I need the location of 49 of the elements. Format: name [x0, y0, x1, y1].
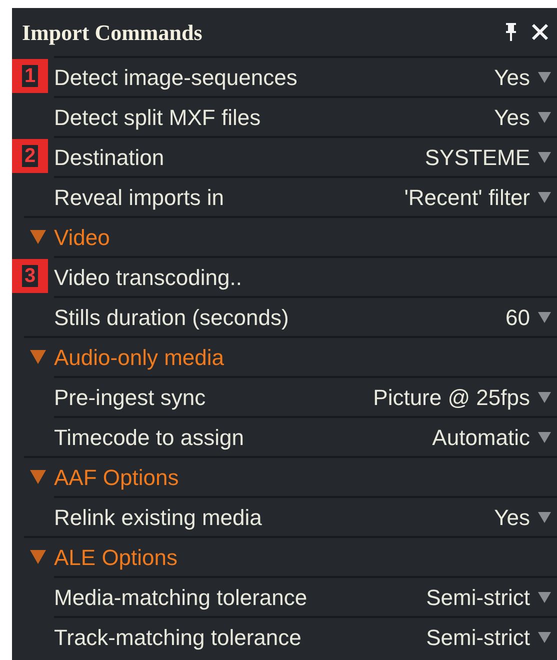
- setting-dropdown[interactable]: Yes: [494, 500, 551, 534]
- section-title: ALE Options: [54, 544, 178, 572]
- setting-label: Detect split MXF files: [54, 104, 262, 132]
- step-number-badge: 1: [12, 59, 48, 93]
- setting-label: Pre-ingest sync: [54, 384, 207, 412]
- dropdown-arrow-icon: [538, 112, 551, 122]
- dropdown-arrow-icon: [538, 592, 551, 602]
- section-header[interactable]: Video: [24, 216, 557, 256]
- expanded-triangle-icon: [30, 470, 46, 484]
- dropdown-arrow-icon: [538, 632, 551, 642]
- expanded-triangle-icon: [30, 230, 46, 244]
- setting-label: Media-matching tolerance: [54, 584, 308, 612]
- setting-dropdown[interactable]: Automatic: [432, 420, 551, 454]
- setting-label: Destination: [54, 144, 166, 172]
- dropdown-arrow-icon: [538, 72, 551, 82]
- setting-label: Timecode to assign: [54, 424, 245, 452]
- expanded-triangle-icon: [30, 550, 46, 564]
- dropdown-arrow-icon: [538, 512, 551, 522]
- setting-dropdown[interactable]: SYSTEME: [424, 140, 551, 174]
- pin-icon: [505, 22, 517, 42]
- dropdown-arrow-icon: [538, 192, 551, 202]
- setting-label: Stills duration (seconds): [54, 304, 290, 332]
- dropdown-arrow-icon: [538, 432, 551, 442]
- step-number-badge: 3: [12, 259, 48, 293]
- section-header[interactable]: Audio-only media: [24, 336, 557, 376]
- section-header[interactable]: AAF Options: [24, 456, 557, 496]
- setting-dropdown[interactable]: 60: [506, 300, 551, 334]
- setting-label: Detect image-sequences: [54, 64, 298, 92]
- section-title: Video: [54, 224, 110, 252]
- dropdown-arrow-icon: [538, 152, 551, 162]
- section-title: Audio-only media: [54, 344, 224, 372]
- setting-label: Track-matching tolerance: [54, 624, 302, 652]
- section-title: AAF Options: [54, 464, 179, 492]
- close-icon: [531, 23, 549, 41]
- dropdown-arrow-icon: [538, 312, 551, 322]
- setting-dropdown[interactable]: Yes: [494, 60, 551, 94]
- setting-dropdown[interactable]: Picture @ 25fps: [373, 380, 551, 414]
- setting-dropdown[interactable]: Semi-strict: [426, 620, 551, 654]
- section-header[interactable]: ALE Options: [24, 536, 557, 576]
- setting-label: Reveal imports in: [54, 184, 225, 212]
- expanded-triangle-icon: [30, 350, 46, 364]
- action-link[interactable]: Video transcoding..: [54, 256, 557, 296]
- setting-label: Relink existing media: [54, 504, 263, 532]
- setting-dropdown[interactable]: Semi-strict: [426, 580, 551, 614]
- dropdown-arrow-icon: [538, 392, 551, 402]
- panel-title: Import Commands: [22, 18, 204, 47]
- step-number-badge: 2: [12, 139, 48, 173]
- setting-dropdown[interactable]: 'Recent' filter: [404, 180, 551, 214]
- setting-dropdown[interactable]: Yes: [494, 100, 551, 134]
